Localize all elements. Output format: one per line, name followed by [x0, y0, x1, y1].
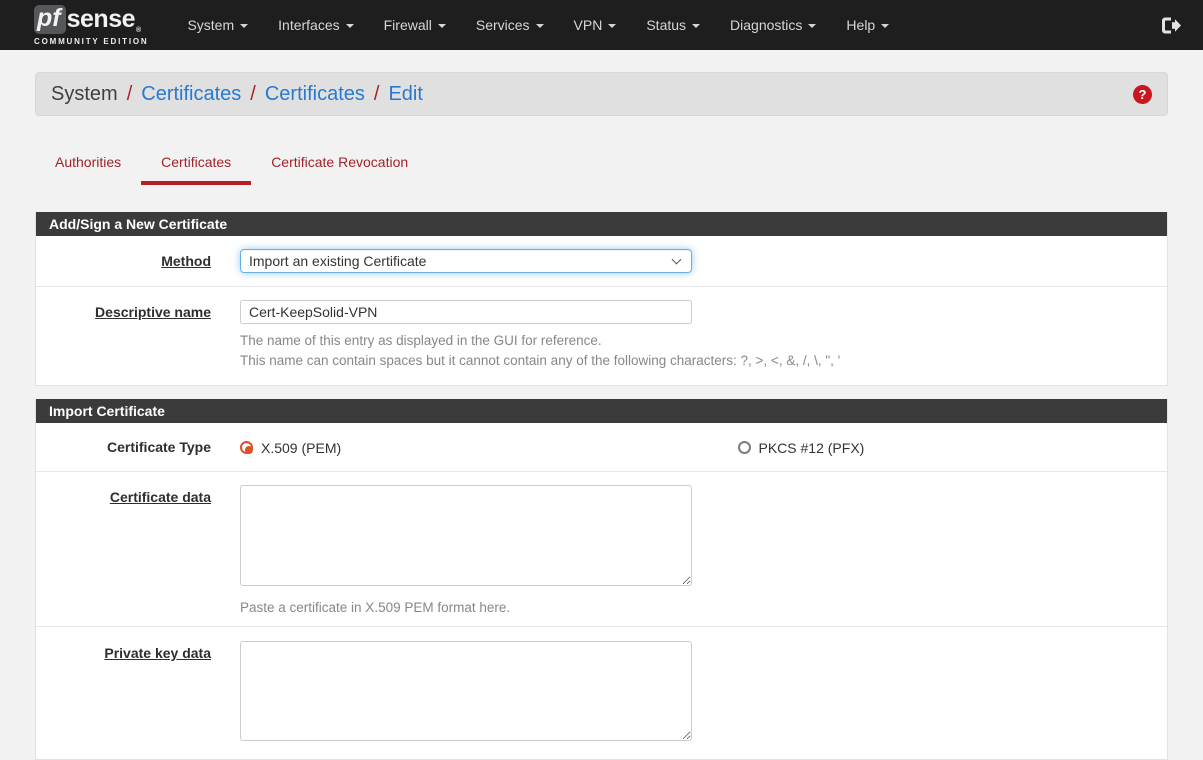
pf-logo-box: pf [34, 5, 66, 34]
panel-body: Method Import an existing Certificate De… [36, 236, 1167, 385]
descriptive-name-help: The name of this entry as displayed in t… [240, 331, 1155, 372]
panel-import-certificate: Import Certificate Certificate Type X.50… [35, 399, 1168, 760]
logout-button[interactable] [1160, 16, 1181, 35]
method-label: Method [48, 249, 240, 273]
nav-item-system[interactable]: System [172, 1, 263, 49]
nav-item-label: Diagnostics [730, 17, 802, 33]
form-row-certificate-type: Certificate Type X.509 (PEM) PKCS #12 (P… [36, 423, 1167, 472]
form-row-private-key-data: Private key data [36, 627, 1167, 759]
nav-item-label: VPN [574, 17, 603, 33]
form-row-descriptive-name: Descriptive name The name of this entry … [36, 287, 1167, 385]
breadcrumb-separator: / [250, 83, 256, 106]
nav-item-services[interactable]: Services [461, 1, 559, 49]
main-menu: System Interfaces Firewall Services VPN … [172, 1, 904, 49]
nav-item-diagnostics[interactable]: Diagnostics [715, 1, 831, 49]
panel-add-sign-certificate: Add/Sign a New Certificate Method Import… [35, 212, 1168, 386]
nav-item-status[interactable]: Status [631, 1, 715, 49]
certificate-type-radio-group: X.509 (PEM) PKCS #12 (PFX) [240, 438, 1155, 456]
breadcrumb-separator: / [374, 83, 380, 106]
nav-item-label: Interfaces [278, 17, 339, 33]
breadcrumb: System / Certificates / Certificates / E… [35, 72, 1168, 116]
breadcrumb-link-certificates-1[interactable]: Certificates [141, 83, 241, 106]
nav-item-label: Firewall [384, 17, 432, 33]
chevron-down-icon [536, 24, 544, 28]
breadcrumb-separator: / [127, 83, 133, 106]
descriptive-name-input[interactable] [240, 300, 692, 324]
nav-item-label: Help [846, 17, 875, 33]
breadcrumb-item-system: System [51, 83, 118, 106]
certificate-type-label: Certificate Type [48, 438, 240, 456]
private-key-data-textarea[interactable] [240, 641, 692, 741]
nav-item-label: Services [476, 17, 530, 33]
panel-body: Certificate Type X.509 (PEM) PKCS #12 (P… [36, 423, 1167, 759]
radio-unselected-icon[interactable] [738, 441, 751, 454]
radio-selected-icon[interactable] [240, 441, 253, 454]
help-line-2: This name can contain spaces but it cann… [240, 351, 1155, 371]
tab-certificate-revocation[interactable]: Certificate Revocation [251, 146, 428, 185]
certificate-data-help: Paste a certificate in X.509 PEM format … [240, 598, 1155, 618]
breadcrumb-link-edit[interactable]: Edit [388, 83, 422, 106]
private-key-data-label: Private key data [48, 641, 240, 746]
nav-item-interfaces[interactable]: Interfaces [263, 1, 368, 49]
tab-certificates[interactable]: Certificates [141, 146, 251, 185]
chevron-down-icon [608, 24, 616, 28]
panel-title: Import Certificate [36, 399, 1167, 423]
breadcrumb-link-certificates-2[interactable]: Certificates [265, 83, 365, 106]
help-line-1: The name of this entry as displayed in t… [240, 331, 1155, 351]
radio-option-pkcs12-pfx[interactable]: PKCS #12 (PFX) [698, 440, 1156, 456]
radio-label: PKCS #12 (PFX) [759, 440, 865, 456]
top-navbar: pfsense® COMMUNITY EDITION System Interf… [0, 0, 1203, 50]
chevron-down-icon [240, 24, 248, 28]
nav-item-label: Status [646, 17, 686, 33]
form-row-certificate-data: Certificate data Paste a certificate in … [36, 472, 1167, 627]
radio-label: X.509 (PEM) [261, 440, 341, 456]
method-select-wrapper: Import an existing Certificate [240, 249, 692, 273]
certificate-data-textarea[interactable] [240, 485, 692, 586]
tab-authorities[interactable]: Authorities [35, 146, 141, 185]
chevron-down-icon [881, 24, 889, 28]
panel-title: Add/Sign a New Certificate [36, 212, 1167, 236]
nav-item-vpn[interactable]: VPN [559, 1, 632, 49]
chevron-down-icon [438, 24, 446, 28]
certificate-tabs: Authorities Certificates Certificate Rev… [35, 146, 1168, 185]
sign-out-icon [1160, 16, 1181, 35]
chevron-down-icon [692, 24, 700, 28]
chevron-down-icon [808, 24, 816, 28]
chevron-down-icon [346, 24, 354, 28]
certificate-data-label: Certificate data [48, 485, 240, 618]
nav-item-help[interactable]: Help [831, 1, 904, 49]
method-select[interactable]: Import an existing Certificate [240, 249, 692, 273]
help-icon[interactable]: ? [1133, 85, 1152, 104]
registered-trademark-mark: ® [136, 27, 141, 34]
radio-option-x509-pem[interactable]: X.509 (PEM) [240, 440, 698, 456]
nav-item-firewall[interactable]: Firewall [369, 1, 461, 49]
community-edition-label: COMMUNITY EDITION [34, 37, 148, 46]
descriptive-name-label: Descriptive name [48, 300, 240, 372]
nav-item-label: System [187, 17, 234, 33]
pfsense-logo-text: pfsense® [34, 5, 148, 34]
form-row-method: Method Import an existing Certificate [36, 236, 1167, 287]
pfsense-logo[interactable]: pfsense® COMMUNITY EDITION [34, 5, 148, 46]
